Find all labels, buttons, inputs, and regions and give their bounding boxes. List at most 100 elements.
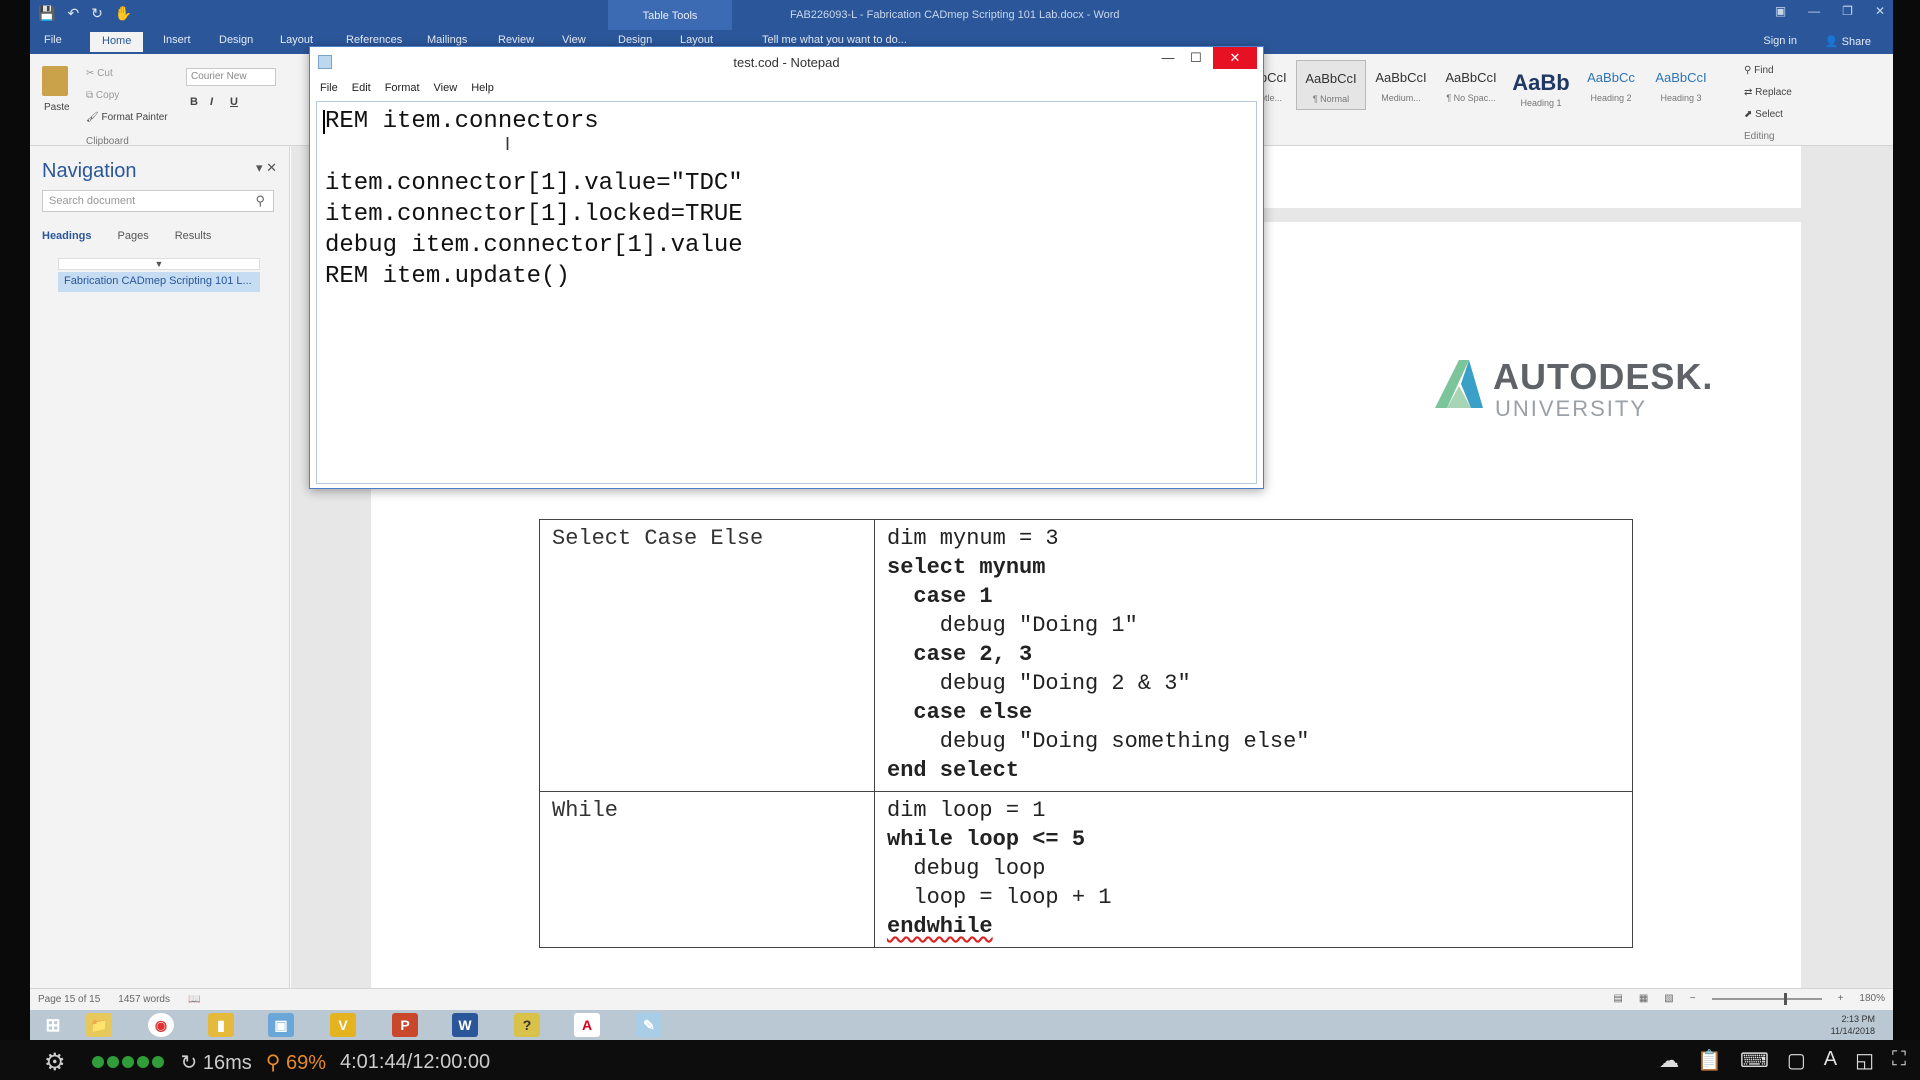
style-normal[interactable]: AaBbCcI ¶ Normal [1296,60,1366,110]
menu-view[interactable]: View [434,82,458,94]
notepad-window: test.cod - Notepad — ☐ ✕ File Edit Forma… [309,46,1264,489]
tab-review[interactable]: Review [498,34,534,46]
tab-headings[interactable]: Headings [42,230,92,242]
tab-file[interactable]: File [44,34,62,46]
file-explorer-icon[interactable]: 📁 [86,1013,112,1037]
select-button[interactable]: ⬈ Select [1744,104,1792,126]
tab-table-design[interactable]: Design [618,34,652,46]
user-icon[interactable]: A [1824,1048,1837,1073]
vault-icon[interactable]: V [330,1013,356,1037]
italic-button[interactable]: I [210,96,213,108]
word-icon[interactable]: W [452,1013,478,1037]
restore-icon[interactable]: ❐ [1842,4,1853,18]
zoom-in-icon[interactable]: + [1838,993,1844,1004]
gear-icon[interactable]: ⚙ [44,1048,66,1077]
tab-pages[interactable]: Pages [118,230,149,242]
zoom-slider[interactable] [1711,992,1822,1005]
word-count[interactable]: 1457 words [118,994,170,1005]
proofing-icon[interactable]: 📖 [188,994,200,1005]
minimize-icon[interactable]: — [1808,4,1820,18]
fullscreen-icon[interactable]: ⛶ [1892,1048,1906,1073]
remote-desktop-icon[interactable]: ▣ [268,1013,294,1037]
font-name-select[interactable]: Courier New [186,68,276,86]
folder-icon[interactable]: ▮ [208,1013,234,1037]
zoom-out-icon[interactable]: − [1690,993,1696,1004]
style-label: Heading 1 [1520,98,1562,108]
tab-references[interactable]: References [346,34,402,46]
maximize-button[interactable]: ☐ [1181,47,1211,69]
taskbar: ⊞ 📁 ◉ ▮ ▣ V P W ? A ✎ 2:13 PM 11/14/2018 [30,1010,1893,1040]
notepad-icon[interactable]: ✎ [636,1013,662,1037]
cut-button[interactable]: ✂ Cut [86,68,113,79]
horizontal-scrollbar[interactable] [319,471,1244,481]
tab-layout[interactable]: Layout [280,34,313,46]
tab-results[interactable]: Results [175,230,212,242]
autocad-icon[interactable]: A [574,1013,600,1037]
table-cell-code[interactable]: dim loop = 1 while loop <= 5 debug loop … [874,791,1633,948]
windows-start-icon[interactable]: ⊞ [40,1013,66,1037]
table-cell-label[interactable]: While [539,791,875,948]
tell-me-box[interactable]: Tell me what you want to do... [762,34,907,46]
underline-button[interactable]: U [230,96,238,108]
monitor-icon[interactable]: ▢ [1787,1048,1806,1073]
zoom-level[interactable]: 180% [1859,993,1885,1004]
ribbon-display-icon[interactable]: ▣ [1775,4,1786,18]
close-button[interactable]: ✕ [1213,47,1257,69]
menu-help[interactable]: Help [471,82,494,94]
notepad-titlebar[interactable]: test.cod - Notepad — ☐ ✕ [310,47,1263,77]
paste-button[interactable]: Paste [44,102,70,113]
nav-heading-item[interactable]: Fabrication CADmep Scripting 101 L... [58,272,260,292]
search-icon[interactable]: ⚲ [255,193,265,209]
bold-button[interactable]: B [190,96,198,108]
table-cell-label[interactable]: Select Case Else [539,519,875,792]
collapse-arrow-icon[interactable]: ▼ [58,258,260,270]
style-heading-3[interactable]: AaBbCcI Heading 3 [1646,60,1716,110]
minimize-button[interactable]: — [1153,47,1183,69]
zoom-slider-thumb[interactable] [1783,992,1787,1005]
search-input[interactable]: Search document ⚲ [42,190,274,212]
system-clock[interactable]: 2:13 PM 11/14/2018 [1831,1013,1875,1037]
find-button[interactable]: ⚲ Find [1744,60,1792,82]
tab-insert[interactable]: Insert [163,34,191,46]
save-icon[interactable]: 💾 [38,5,55,22]
menu-edit[interactable]: Edit [352,82,371,94]
tab-home[interactable]: Home [90,32,144,52]
paste-icon[interactable] [42,66,68,96]
read-mode-icon[interactable]: ▤ [1613,993,1622,1004]
tab-view[interactable]: View [562,34,586,46]
page-count[interactable]: Page 15 of 15 [38,994,100,1005]
touch-mode-icon[interactable]: ✋ [115,5,132,22]
cloud-upload-icon[interactable]: ☁ [1659,1048,1679,1073]
keyboard-icon[interactable]: ⌨ [1740,1048,1769,1073]
powerpoint-icon[interactable]: P [392,1013,418,1037]
notepad-title: test.cod - Notepad [733,55,840,70]
print-layout-icon[interactable]: ▦ [1639,993,1648,1004]
style-heading-1[interactable]: AaBb Heading 1 [1506,60,1576,110]
screen-icon[interactable]: ◱ [1855,1048,1874,1073]
style-no-spacing[interactable]: AaBbCcI ¶ No Spac... [1436,60,1506,110]
sign-in-link[interactable]: Sign in [1763,35,1797,47]
tab-design[interactable]: Design [219,34,253,46]
replace-button[interactable]: ⇄ Replace [1744,82,1792,104]
style-heading-2[interactable]: AaBbCc Heading 2 [1576,60,1646,110]
notepad-text-area[interactable]: REM item.connectors item.connector[1].va… [316,101,1257,484]
clipboard-icon[interactable]: 📋 [1697,1048,1722,1073]
copy-button[interactable]: ⧉ Copy [86,90,119,101]
share-button[interactable]: 👤 Share [1825,35,1871,48]
vertical-scrollbar[interactable] [1244,104,1254,479]
close-icon[interactable]: ✕ [1875,4,1885,18]
table-cell-code[interactable]: dim mynum = 3 select mynum case 1 debug … [874,519,1633,792]
logo-sub-text: UNIVERSITY [1495,396,1648,421]
help-icon[interactable]: ? [514,1013,540,1037]
close-icon[interactable]: ▾ ✕ [256,160,277,176]
menu-file[interactable]: File [320,82,338,94]
format-painter-button[interactable]: 🖌 Format Painter [86,112,168,123]
menu-format[interactable]: Format [385,82,420,94]
undo-icon[interactable]: ↶ [67,5,79,22]
chrome-icon[interactable]: ◉ [148,1013,174,1037]
tab-table-layout[interactable]: Layout [680,34,713,46]
style-medium[interactable]: AaBbCcI Medium... [1366,60,1436,110]
redo-icon[interactable]: ↻ [91,5,103,22]
web-layout-icon[interactable]: ▧ [1664,993,1673,1004]
tab-mailings[interactable]: Mailings [427,34,467,46]
